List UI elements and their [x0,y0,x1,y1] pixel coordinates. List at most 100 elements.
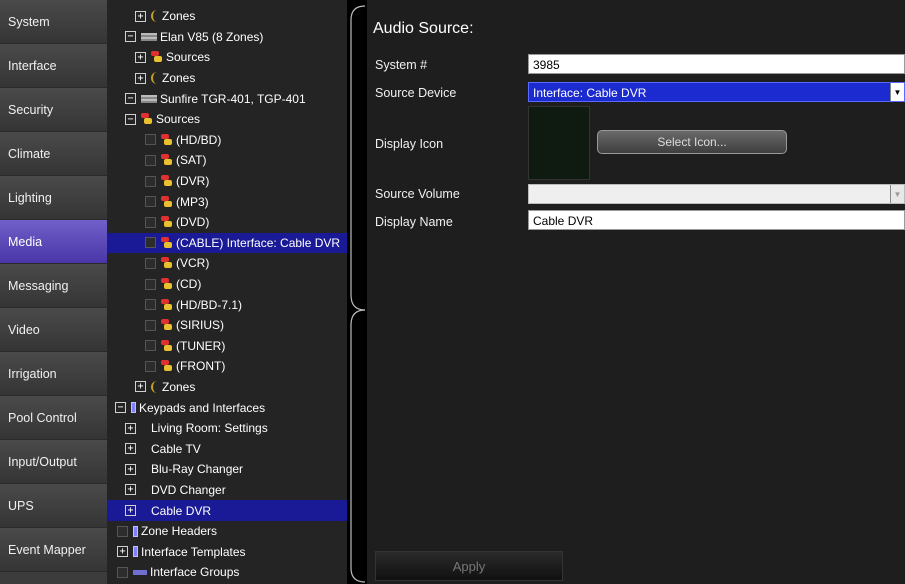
tree-row[interactable]: + DVD Changer [107,480,347,501]
tree-row-label: Zones [162,379,196,394]
expand-icon[interactable]: + [125,422,136,434]
apply-button[interactable]: Apply [375,551,563,581]
collapse-icon[interactable]: − [115,402,126,414]
expand-icon[interactable]: + [135,381,146,393]
source-volume-select[interactable]: ▼ [528,184,905,204]
display-name-field[interactable]: Cable DVR [528,210,905,230]
source-icon [151,51,163,63]
sidebar-item-input-output[interactable]: Input/Output [0,440,107,484]
sidebar-item-media[interactable]: Media [0,220,107,264]
tree-row[interactable]: + Interface Templates [107,541,347,562]
sidebar-item-video[interactable]: Video [0,308,107,352]
select-icon-button[interactable]: Select Icon... [597,130,787,154]
tree-row[interactable]: (DVR) [107,171,347,192]
tree-row-label: (SIRIUS) [176,318,224,333]
checkbox[interactable] [145,299,156,311]
checkbox[interactable] [145,216,156,228]
tree-row[interactable]: + Zones [107,377,347,398]
device-icon [141,94,157,103]
tree-row[interactable]: (SIRIUS) [107,315,347,336]
tree-row[interactable]: − Sunfire TGR-401, TGP-401 [107,88,347,109]
tree-row[interactable]: + Sources [107,47,347,68]
tree-row[interactable]: Interface Groups [107,562,347,583]
display-name-label: Display Name [375,215,453,229]
expand-icon[interactable]: + [125,484,136,496]
tree-row[interactable]: (MP3) [107,191,347,212]
chevron-down-icon[interactable]: ▼ [890,185,904,203]
tree-row[interactable]: Zone Headers [107,521,347,542]
tree-row[interactable]: + Living Room: Settings [107,418,347,439]
tree-row[interactable]: + Zones [107,6,347,27]
expand-icon[interactable]: + [135,10,146,22]
sidebar-item-security[interactable]: Security [0,88,107,132]
sidebar-item-irrigation[interactable]: Irrigation [0,352,107,396]
collapse-icon[interactable]: − [125,93,136,105]
panel-divider[interactable] [347,0,367,584]
expand-icon[interactable]: + [125,443,136,455]
page-title: Audio Source: [373,20,474,37]
checkbox[interactable] [145,360,156,372]
source-icon [161,195,173,208]
tree-row[interactable]: − Sources [107,109,347,130]
tree-row-label: (HD/BD) [176,132,222,147]
tree-row-label: Elan V85 (8 Zones) [160,29,264,44]
zone-icon [151,72,159,85]
checkbox[interactable] [117,525,128,537]
source-icon [161,133,173,146]
sidebar-item-climate[interactable]: Climate [0,132,107,176]
tree-row[interactable]: − Elan V85 (8 Zones) [107,27,347,48]
system-number-field[interactable]: 3985 [528,54,905,74]
tree-row[interactable]: (CD) [107,274,347,295]
source-device-select[interactable]: Interface: Cable DVR ▼ [528,82,905,102]
expand-icon[interactable]: + [135,51,146,63]
tree-row-label: (DVR) [176,174,210,189]
tree-row[interactable]: (TUNER) [107,336,347,357]
checkbox[interactable] [145,154,156,166]
expand-icon[interactable]: + [117,546,128,558]
sidebar-item-system[interactable]: System [0,0,107,44]
tree-row[interactable]: (CABLE) Interface: Cable DVR [107,232,347,254]
tree-row[interactable]: + Blu-Ray Changer [107,459,347,480]
source-icon [161,236,173,249]
tree-row[interactable]: (VCR) [107,253,347,274]
tree-row[interactable]: (HD/BD) [107,130,347,151]
checkbox[interactable] [145,134,156,146]
sidebar-item-messaging[interactable]: Messaging [0,264,107,308]
sidebar-item-pool-control[interactable]: Pool Control [0,396,107,440]
source-icon [161,360,173,372]
tree-row[interactable]: − Keypads and Interfaces [107,397,347,418]
tree-row-label: Keypads and Interfaces [139,400,266,415]
source-volume-label: Source Volume [375,187,460,201]
collapse-icon[interactable]: − [125,113,136,125]
checkbox[interactable] [145,278,156,290]
sidebar-item-lighting[interactable]: Lighting [0,176,107,220]
checkbox[interactable] [145,196,156,208]
tree-row[interactable]: (SAT) [107,150,347,171]
chevron-down-icon[interactable]: ▼ [890,83,904,101]
checkbox[interactable] [117,566,128,578]
tree-row[interactable]: + Zones [107,68,347,89]
tree-row[interactable]: + Cable TV [107,438,347,459]
checkbox[interactable] [145,175,156,187]
tree-row-label: (MP3) [176,194,209,209]
collapse-icon[interactable]: − [125,31,136,43]
sidebar-item-event-mapper[interactable]: Event Mapper [0,528,107,572]
tree-row[interactable]: (FRONT) [107,356,347,377]
expand-icon[interactable]: + [135,72,146,84]
checkbox[interactable] [145,237,156,249]
expand-icon[interactable]: + [125,463,136,475]
checkbox[interactable] [145,340,156,352]
source-device-label: Source Device [375,86,457,100]
sidebar-item-ups[interactable]: UPS [0,484,107,528]
tree-row-label: DVD Changer [151,482,226,497]
expand-icon[interactable]: + [125,505,136,517]
group-icon [133,569,147,575]
tree-row[interactable]: (DVD) [107,212,347,233]
tree-row[interactable]: (HD/BD-7.1) [107,294,347,315]
checkbox[interactable] [145,257,156,269]
checkbox[interactable] [145,319,156,331]
sidebar-item-interface[interactable]: Interface [0,44,107,88]
tree-row[interactable]: + Cable DVR [107,500,347,521]
display-icon-preview [528,106,590,180]
tree-row-label: (FRONT) [176,359,226,374]
